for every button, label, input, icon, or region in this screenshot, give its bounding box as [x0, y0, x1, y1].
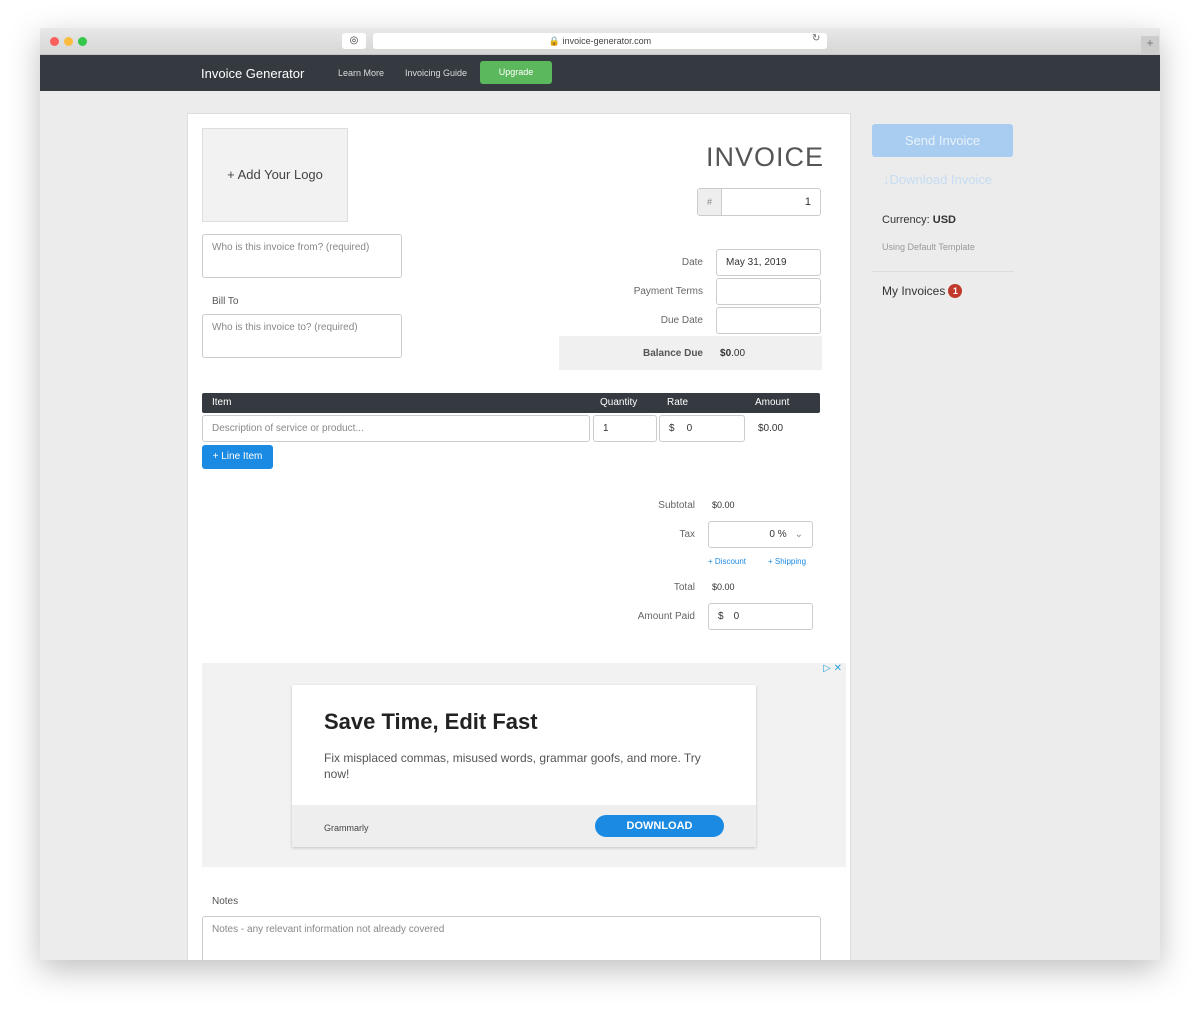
minimize-window-button[interactable]	[64, 37, 73, 46]
subtotal-label: Subtotal	[658, 500, 695, 511]
subtotal-value: $0.00	[712, 500, 735, 510]
nav-learn-more[interactable]: Learn More	[338, 68, 384, 78]
invoice-card: + Add Your Logo INVOICE # 1 Who is this …	[187, 113, 851, 960]
quantity-field[interactable]: 1	[593, 415, 657, 442]
line-amount: $0.00	[758, 423, 784, 434]
maximize-window-button[interactable]	[78, 37, 87, 46]
new-tab-button[interactable]: +	[1141, 36, 1159, 55]
rate-value: 0	[686, 423, 693, 434]
title-bar: ◎ 🔒 invoice-generator.com ↻ +	[40, 28, 1160, 55]
reload-icon[interactable]: ↻	[812, 33, 820, 44]
my-invoices-link[interactable]: My Invoices 1	[882, 284, 963, 298]
rate-symbol: $	[669, 423, 675, 434]
currency-label: Currency:	[882, 214, 930, 226]
template-setting[interactable]: Using Default Template	[882, 242, 975, 252]
due-date-field[interactable]	[716, 307, 821, 334]
invoice-number: 1	[804, 196, 811, 208]
privacy-icon[interactable]: ◎	[342, 33, 366, 49]
add-logo-button[interactable]: + Add Your Logo	[202, 128, 348, 222]
ad-title: Save Time, Edit Fast	[324, 709, 538, 734]
header-item: Item	[212, 397, 232, 408]
add-discount-link[interactable]: + Discount	[708, 557, 746, 566]
currency-value: USD	[932, 214, 956, 226]
invoice-title[interactable]: INVOICE	[706, 142, 824, 173]
amount-paid-label: Amount Paid	[637, 611, 695, 622]
ad-choices-icon[interactable]: ▷ ✕	[823, 663, 842, 674]
currency-setting[interactable]: Currency: USD	[882, 214, 956, 226]
ad-download-button[interactable]: DOWNLOAD	[595, 815, 724, 837]
paid-value: 0	[733, 611, 740, 622]
header-quantity: Quantity	[600, 397, 638, 408]
ad-body: Fix misplaced commas, misused words, gra…	[324, 751, 701, 781]
due-date-label: Due Date	[660, 315, 703, 326]
paid-symbol: $	[718, 611, 724, 622]
add-shipping-link[interactable]: + Shipping	[768, 557, 806, 566]
browser-window: ◎ 🔒 invoice-generator.com ↻ + Invoice Ge…	[40, 28, 1160, 960]
download-invoice-link[interactable]: ↓Download Invoice	[883, 172, 992, 187]
notes-label: Notes	[212, 896, 239, 907]
header-rate: Rate	[667, 397, 689, 408]
divider	[872, 271, 1014, 272]
hash-prefix: #	[698, 189, 722, 215]
date-field[interactable]: May 31, 2019	[716, 249, 821, 276]
total-label: Total	[673, 582, 695, 593]
tax-value: 0 %	[769, 529, 787, 540]
header-amount: Amount	[755, 397, 790, 408]
top-nav: Invoice Generator Learn More Invoicing G…	[40, 55, 1160, 91]
ad-card[interactable]: Save Time, Edit Fast Fix misplaced comma…	[292, 685, 756, 847]
url-text: invoice-generator.com	[562, 36, 652, 46]
balance-due-value: $0.00	[720, 348, 745, 359]
balance-due-label: Balance Due	[642, 348, 703, 359]
address-bar[interactable]: 🔒 invoice-generator.com	[373, 33, 827, 49]
brand[interactable]: Invoice Generator	[201, 66, 304, 81]
ad-footer: Grammarly DOWNLOAD	[292, 805, 756, 847]
download-label: Download Invoice	[889, 172, 993, 187]
bill-to-field[interactable]: Who is this invoice to? (required)	[202, 314, 402, 358]
balance-due-row: Balance Due $0.00	[559, 336, 822, 370]
close-window-button[interactable]	[50, 37, 59, 46]
items-header: Item Quantity Rate Amount	[202, 393, 820, 413]
chevron-down-icon: ⌄	[794, 529, 803, 540]
ad-brand: Grammarly	[324, 823, 369, 833]
upgrade-button[interactable]: Upgrade	[480, 61, 552, 84]
balance-dec: .00	[731, 348, 746, 359]
advertisement: ▷ ✕ Save Time, Edit Fast Fix misplaced c…	[202, 663, 846, 867]
nav-invoicing-guide[interactable]: Invoicing Guide	[405, 68, 467, 78]
amount-paid-field[interactable]: $0	[708, 603, 813, 630]
from-field[interactable]: Who is this invoice from? (required)	[202, 234, 402, 278]
notes-field[interactable]: Notes - any relevant information not alr…	[202, 916, 821, 960]
invoice-count-badge: 1	[948, 284, 963, 298]
tax-field[interactable]: 0 % ⌄	[708, 521, 813, 548]
payment-terms-label: Payment Terms	[633, 286, 703, 297]
date-label: Date	[681, 257, 703, 268]
rate-field[interactable]: $0	[659, 415, 745, 442]
add-line-item-button[interactable]: + Line Item	[202, 445, 273, 469]
payment-terms-field[interactable]	[716, 278, 821, 305]
invoice-number-field[interactable]: # 1	[697, 188, 821, 216]
total-value: $0.00	[712, 582, 735, 592]
my-invoices-label: My Invoices	[882, 284, 946, 298]
bill-to-label: Bill To	[212, 296, 239, 307]
tax-label: Tax	[679, 529, 695, 540]
send-invoice-button[interactable]: Send Invoice	[872, 124, 1013, 157]
item-description-field[interactable]: Description of service or product...	[202, 415, 590, 442]
